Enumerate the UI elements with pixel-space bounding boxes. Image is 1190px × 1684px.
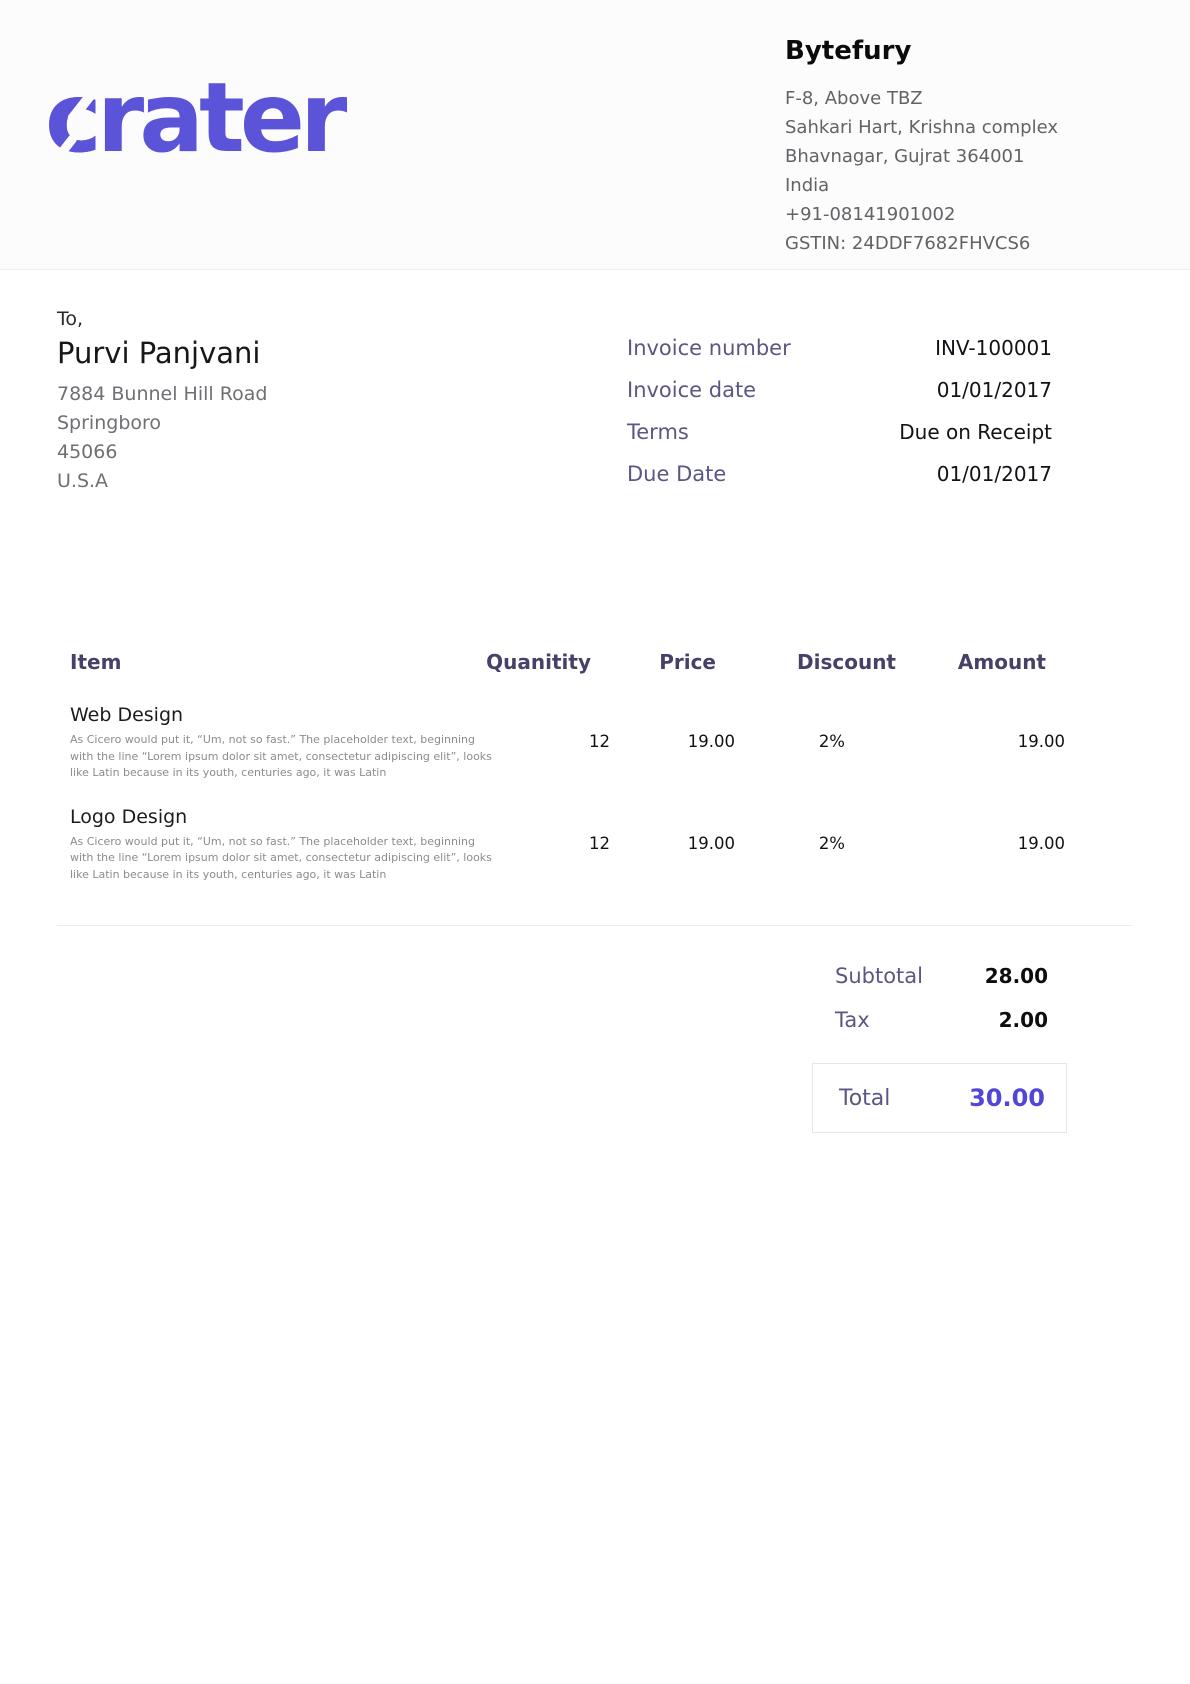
item-cell: Logo Design As Cicero would put it, “Um,… (70, 804, 500, 884)
crater-logo: crater (45, 58, 342, 188)
item-discount: 2% (735, 834, 915, 853)
total-label: Total (839, 1086, 890, 1111)
subtotal-row: Subtotal 28.00 (812, 962, 1048, 990)
tax-row: Tax 2.00 (812, 1006, 1048, 1034)
item-name: Web Design (70, 702, 500, 728)
terms-label: Terms (627, 420, 689, 444)
item-description: As Cicero would put it, “Um, not so fast… (70, 834, 500, 884)
company-address-line: Bhavnagar, Gujrat 364001 (785, 142, 1115, 171)
item-price: 19.00 (610, 834, 735, 853)
item-amount: 19.00 (915, 834, 1065, 853)
customer-address-line: U.S.A (57, 467, 477, 496)
due-date-row: Due Date 01/01/2017 (627, 460, 1052, 488)
company-address-line: F-8, Above TBZ (785, 84, 1115, 113)
invoice-header: crater Bytefury F-8, Above TBZ Sahkari H… (0, 0, 1190, 270)
item-name: Logo Design (70, 804, 500, 830)
bill-to-block: To, Purvi Panjvani 7884 Bunnel Hill Road… (57, 308, 477, 496)
item-cell: Web Design As Cicero would put it, “Um, … (70, 702, 500, 782)
bill-to-label: To, (57, 308, 477, 330)
company-address-line: India (785, 171, 1115, 200)
tax-value: 2.00 (999, 1008, 1048, 1032)
column-header-discount: Discount (716, 648, 896, 676)
table-row: Web Design As Cicero would put it, “Um, … (70, 702, 1046, 782)
company-gstin: GSTIN: 24DDF7682FHVCS6 (785, 229, 1115, 258)
item-quantity: 12 (500, 732, 610, 751)
column-header-item: Item (70, 648, 481, 676)
due-date-value: 01/01/2017 (937, 462, 1052, 486)
grand-total-box: Total 30.00 (812, 1063, 1067, 1133)
company-info: Bytefury F-8, Above TBZ Sahkari Hart, Kr… (785, 36, 1115, 258)
customer-name: Purvi Panjvani (57, 336, 477, 370)
item-quantity: 12 (500, 834, 610, 853)
table-bottom-divider (57, 925, 1133, 926)
crater-wordmark: crater (45, 62, 342, 174)
terms-row: Terms Due on Receipt (627, 418, 1052, 446)
invoice-number-row: Invoice number INV-100001 (627, 334, 1052, 362)
column-header-amount: Amount (896, 648, 1046, 676)
total-value: 30.00 (969, 1084, 1045, 1112)
logo-crack-icon (443, 84, 472, 117)
items-table: Item Quanitity Price Discount Amount Web… (70, 648, 1046, 883)
invoice-number-value: INV-100001 (935, 336, 1052, 360)
item-discount: 2% (735, 732, 915, 751)
invoice-date-row: Invoice date 01/01/2017 (627, 376, 1052, 404)
company-phone: +91-08141901002 (785, 200, 1115, 229)
subtotal-label: Subtotal (835, 964, 923, 988)
totals-block: Subtotal 28.00 Tax 2.00 (812, 962, 1048, 1050)
tax-label: Tax (835, 1008, 870, 1032)
item-description: As Cicero would put it, “Um, not so fast… (70, 732, 500, 782)
logo-letter-r: r (300, 62, 342, 174)
column-header-price: Price (591, 648, 716, 676)
table-row: Logo Design As Cicero would put it, “Um,… (70, 804, 1046, 884)
items-table-header: Item Quanitity Price Discount Amount (70, 648, 1046, 676)
invoice-date-value: 01/01/2017 (937, 378, 1052, 402)
item-amount: 19.00 (915, 732, 1065, 751)
company-name: Bytefury (785, 36, 1115, 66)
subtotal-value: 28.00 (985, 964, 1048, 988)
customer-address-line: 7884 Bunnel Hill Road (57, 380, 477, 409)
logo-letters-mid: rate (97, 62, 300, 174)
due-date-label: Due Date (627, 462, 726, 486)
terms-value: Due on Receipt (899, 420, 1052, 444)
invoice-meta-block: Invoice number INV-100001 Invoice date 0… (627, 334, 1052, 502)
company-address-line: Sahkari Hart, Krishna complex (785, 113, 1115, 142)
customer-address-line: Springboro (57, 409, 477, 438)
invoice-date-label: Invoice date (627, 378, 756, 402)
item-price: 19.00 (610, 732, 735, 751)
invoice-number-label: Invoice number (627, 336, 791, 360)
column-header-quantity: Quanitity (481, 648, 591, 676)
invoice-page: crater Bytefury F-8, Above TBZ Sahkari H… (0, 0, 1190, 1684)
customer-address-line: 45066 (57, 438, 477, 467)
